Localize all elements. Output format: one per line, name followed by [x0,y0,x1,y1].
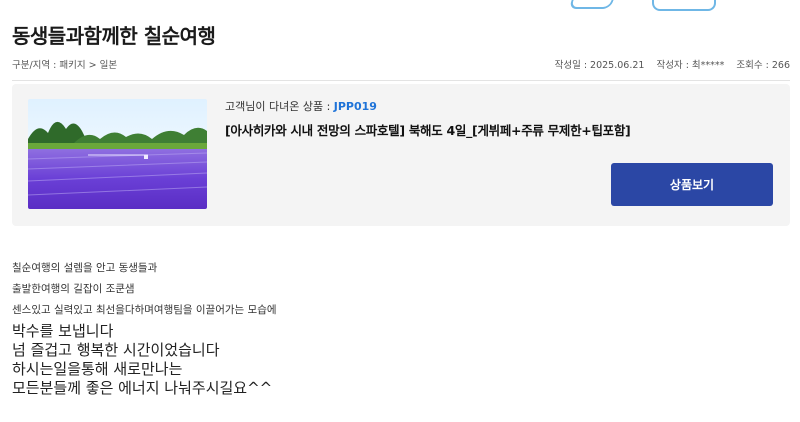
post-views: 조회수 : 266 [736,60,790,71]
view-product-button[interactable]: 상품보기 [611,163,773,206]
product-name[interactable]: [아사히카와 시내 전망의 스파호텔] 북해도 4일_[게뷔페+주류 무제한+팁… [225,120,631,139]
product-meta-label: 고객님이 다녀온 상품 : [225,100,334,113]
header-decoration [568,0,720,12]
content-line: 넘 즐겁고 행복한 시간이었습니다 [12,341,220,359]
content-line: 하시는일을통해 새로만나는 [12,360,183,378]
post-date: 작성일 : 2025.06.21 [554,60,645,71]
content-line: 칠순여행의 설렘을 안고 동생들과 [12,262,158,274]
content-line: 센스있고 실력있고 최선을다하며여행팀을 이끌어가는 모습에 [12,304,277,316]
post-meta: 구분/지역 : 패키지 > 일본 작성일 : 2025.06.21 작성자 : … [12,57,790,71]
content-line: 모든분들께 좋은 에너지 나눠주시길요^^ [12,379,273,397]
decoration-shape [652,0,716,11]
post-title: 동생들과함께한 칠순여행 [12,24,216,48]
post-content: 칠순여행의 설렘을 안고 동생들과 출발한여행의 길잡이 조쿤샘 센스있고 실력… [12,258,772,398]
product-card: 고객님이 다녀온 상품 : JPP019 [아사히카와 시내 전망의 스파호텔]… [12,84,790,226]
product-code: JPP019 [333,100,377,113]
post-author: 작성자 : 최***** [656,60,725,71]
breadcrumb: 구분/지역 : 패키지 > 일본 [12,60,118,71]
content-line: 박수를 보냅니다 [12,322,114,340]
content-line: 출발한여행의 길잡이 조쿤샘 [12,283,135,295]
product-meta: 고객님이 다녀온 상품 : JPP019 [225,98,377,114]
product-thumbnail[interactable] [28,99,207,209]
divider [12,80,790,81]
post-info: 작성일 : 2025.06.21 작성자 : 최***** 조회수 : 266 [555,57,790,71]
decoration-shape [568,0,614,9]
